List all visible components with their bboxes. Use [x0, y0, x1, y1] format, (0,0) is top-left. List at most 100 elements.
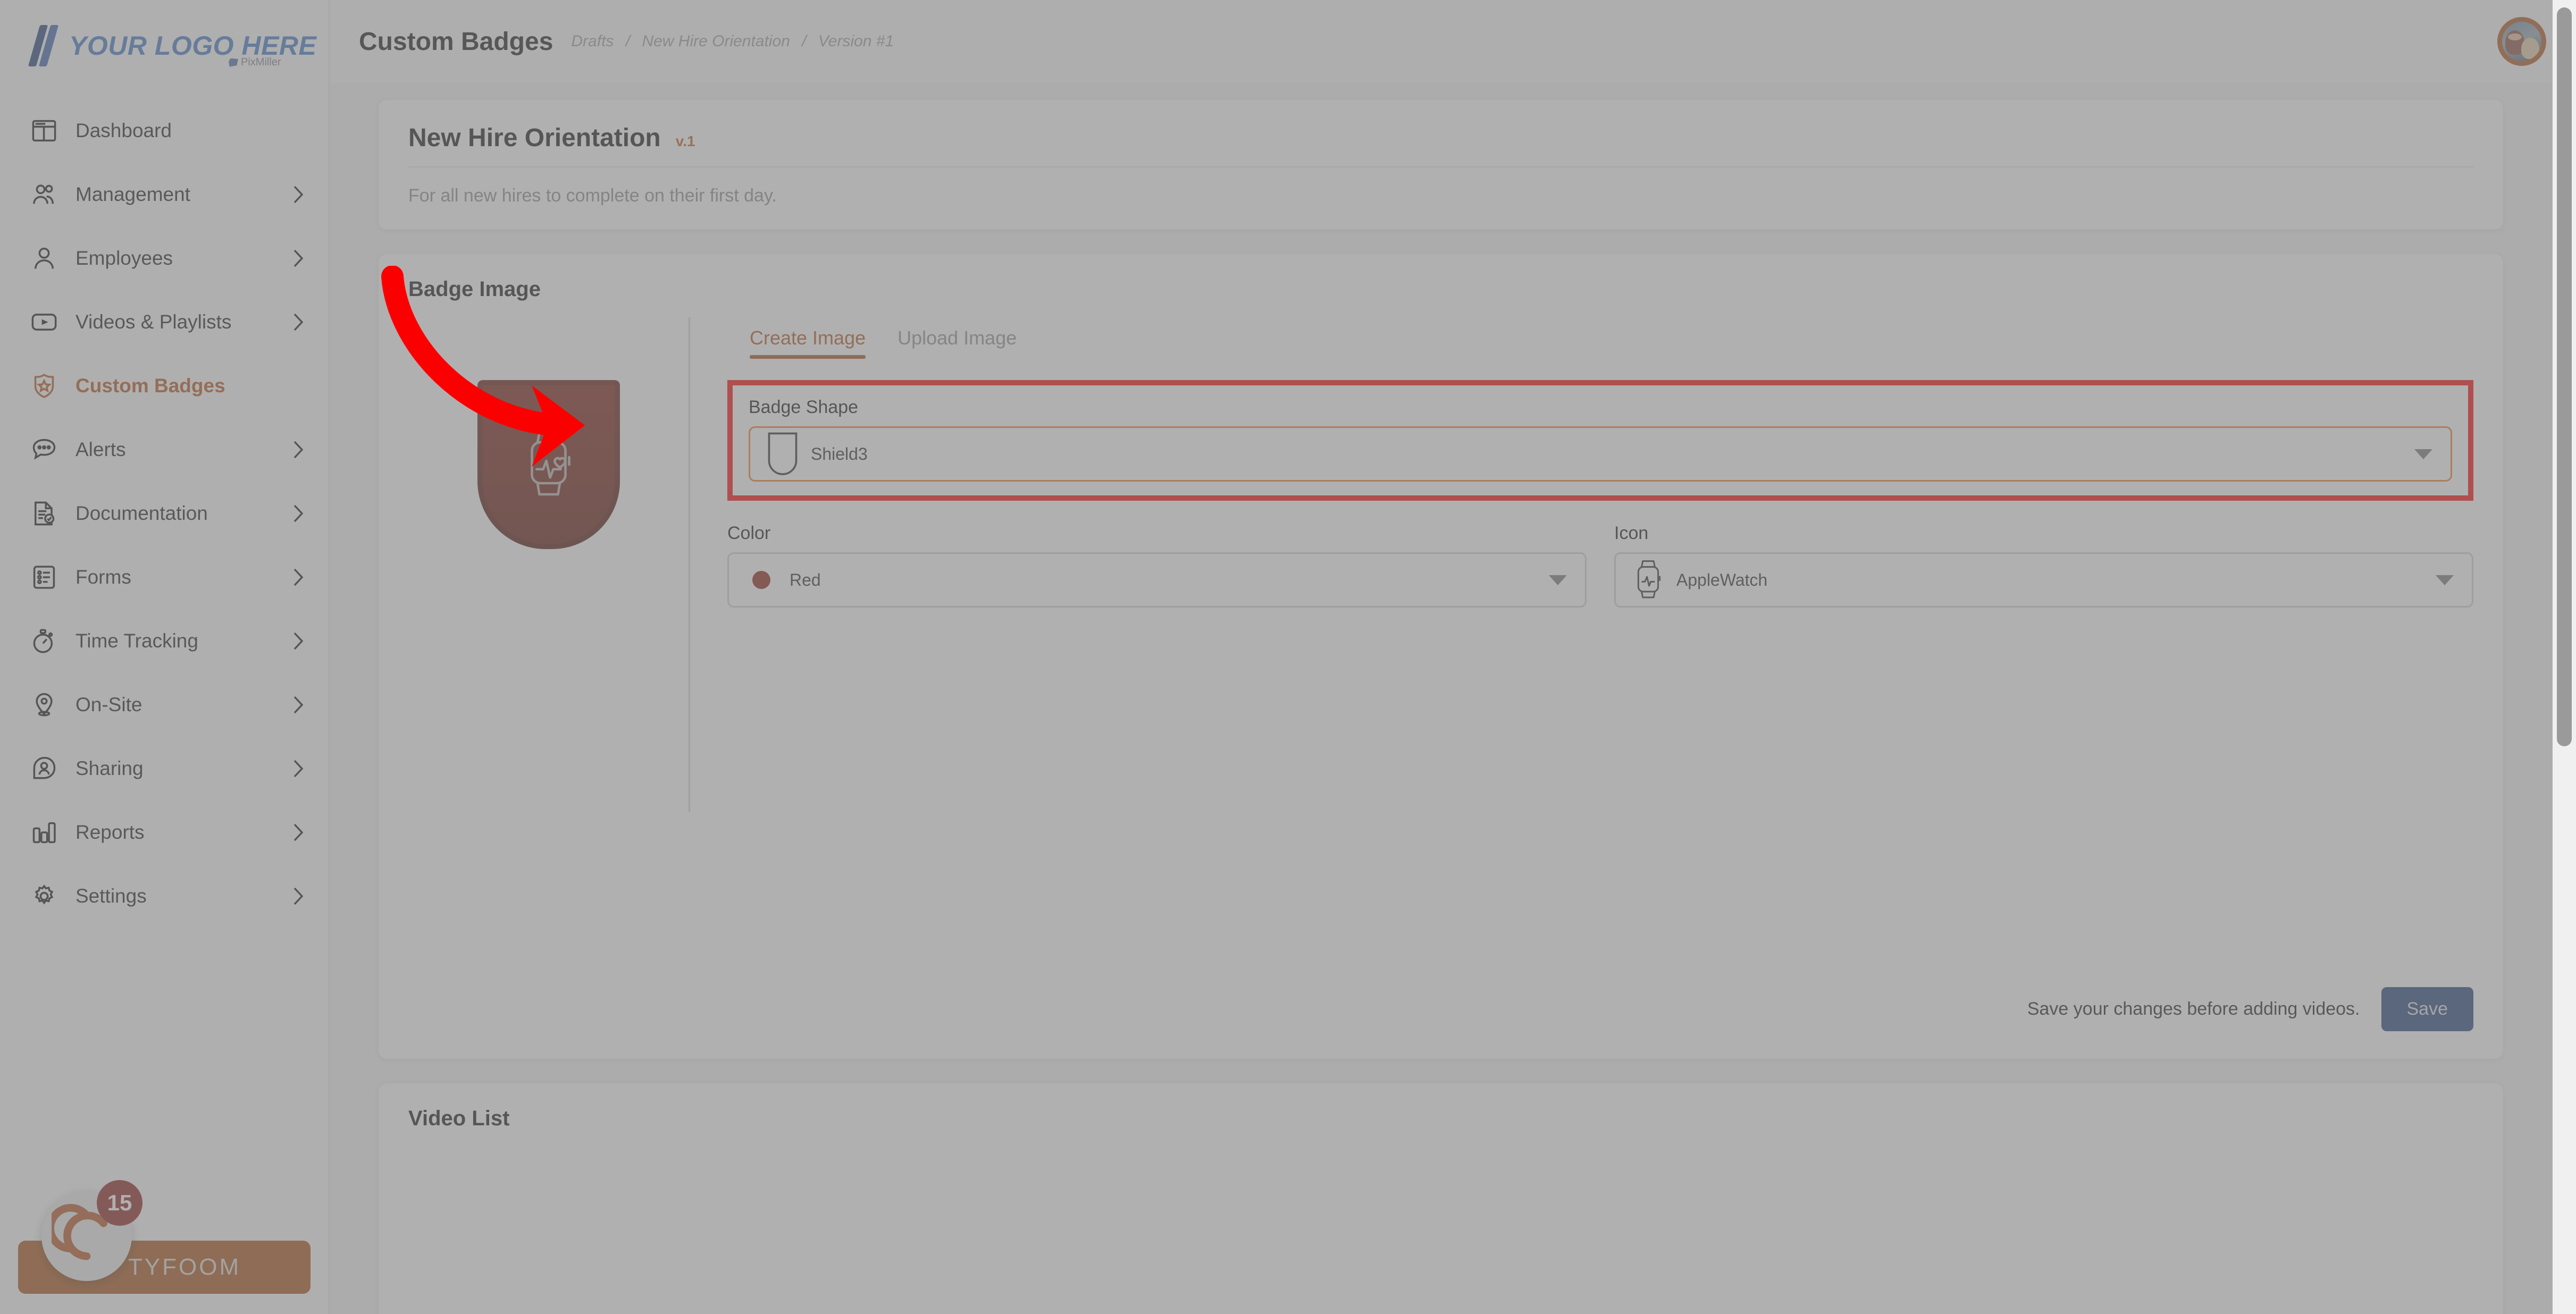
chevron-right-icon: [292, 504, 304, 523]
person-icon: [29, 243, 60, 274]
breadcrumb-separator: /: [626, 32, 630, 50]
apple-watch-icon: [1632, 559, 1665, 602]
sidebar-item-settings[interactable]: Settings: [0, 864, 329, 928]
map-pin-icon: [29, 689, 60, 720]
sidebar-item-label: On-Site: [75, 694, 142, 716]
sidebar-item-label: Forms: [75, 566, 131, 588]
sidebar-item-label: Alerts: [75, 439, 126, 461]
badge-shape-value: Shield3: [811, 444, 868, 464]
sidebar-item-label: Time Tracking: [75, 630, 198, 652]
sidebar: YOUR LOGO HERE PixMiller Dashboard: [0, 0, 330, 1314]
save-button[interactable]: Save: [2381, 987, 2474, 1031]
chevron-right-icon: [292, 887, 304, 906]
scrollbar-thumb[interactable]: [2557, 7, 2572, 746]
sidebar-item-custom-badges[interactable]: Custom Badges: [0, 354, 329, 418]
video-list-section-title: Video List: [408, 1107, 2473, 1131]
icon-value: AppleWatch: [1676, 570, 1767, 590]
apple-watch-heartbeat-icon: [517, 427, 581, 502]
chevron-down-icon[interactable]: [2414, 449, 2432, 459]
orientation-description: For all new hires to complete on their f…: [379, 167, 2503, 230]
breadcrumb-item-version[interactable]: Version #1: [818, 32, 894, 50]
pixmiller-icon: [229, 58, 238, 67]
shield-outline-icon: [766, 431, 799, 477]
breadcrumb-item-drafts[interactable]: Drafts: [571, 32, 614, 50]
share-person-icon: [29, 753, 60, 784]
color-field: Color Red: [727, 523, 1587, 608]
pixmiller-label: PixMiller: [241, 56, 281, 69]
badge-image-tabs: Create Image Upload Image: [727, 327, 2473, 359]
chevron-right-icon: [292, 313, 304, 332]
badge-form-column: Create Image Upload Image Badge Shape Sh…: [690, 317, 2473, 812]
badge-image-body: Create Image Upload Image Badge Shape Sh…: [408, 317, 2473, 812]
sidebar-item-label: Management: [75, 183, 190, 206]
orientation-header: New Hire Orientation v.1: [379, 100, 2503, 166]
badge-image-card: Badge Image Create Image: [379, 254, 2503, 1059]
save-row: Save your changes before adding videos. …: [408, 987, 2473, 1031]
sidebar-item-label: Settings: [75, 885, 147, 907]
video-icon: [29, 307, 60, 338]
sidebar-item-label: Videos & Playlists: [75, 311, 231, 333]
breadcrumb-separator: /: [802, 32, 806, 50]
color-select[interactable]: Red: [727, 552, 1587, 608]
chevron-right-icon: [292, 568, 304, 587]
icon-select[interactable]: AppleWatch: [1614, 552, 2473, 608]
chat-dots-icon: [29, 434, 60, 465]
breadcrumb-item-orientation[interactable]: New Hire Orientation: [642, 32, 790, 50]
sidebar-item-documentation[interactable]: Documentation: [0, 482, 329, 545]
sidebar-item-forms[interactable]: Forms: [0, 545, 329, 609]
app-logo[interactable]: YOUR LOGO HERE PixMiller: [0, 0, 329, 91]
chevron-right-icon: [292, 631, 304, 651]
avatar-face-right: [2521, 38, 2539, 59]
breadcrumb: Drafts / New Hire Orientation / Version …: [571, 32, 894, 50]
people-icon: [29, 179, 60, 210]
sidebar-item-label: Custom Badges: [75, 375, 225, 397]
sidebar-item-label: Dashboard: [75, 120, 172, 142]
tab-upload-image[interactable]: Upload Image: [897, 327, 1017, 359]
badge-preview: [477, 380, 620, 549]
sidebar-item-videos-playlists[interactable]: Videos & Playlists: [0, 290, 329, 354]
sidebar-item-on-site[interactable]: On-Site: [0, 673, 329, 737]
chevron-right-icon: [292, 823, 304, 842]
sidebar-item-sharing[interactable]: Sharing: [0, 737, 329, 801]
badge-shape-label: Badge Shape: [749, 397, 2452, 418]
chevron-right-icon: [292, 759, 304, 778]
badge-shape-select[interactable]: Shield3: [749, 426, 2452, 482]
video-list-card: Video List ADD VIDEOS: [379, 1083, 2503, 1314]
sidebar-item-label: Documentation: [75, 502, 208, 525]
badge-image-section-title: Badge Image: [408, 277, 2473, 301]
chevron-down-icon[interactable]: [1549, 575, 1567, 585]
document-check-icon: [29, 498, 60, 529]
brand-name: TYFOOM: [128, 1254, 241, 1281]
chevron-right-icon: [292, 695, 304, 714]
list-form-icon: [29, 562, 60, 593]
badge-shape-highlight-block: Badge Shape Shield3: [727, 380, 2473, 501]
icon-field: Icon AppleWatc: [1614, 523, 2473, 608]
chevron-right-icon: [292, 249, 304, 268]
color-value: Red: [790, 570, 821, 590]
chevron-right-icon: [292, 440, 304, 459]
badge-preview-column: [408, 317, 690, 812]
page-title: Custom Badges: [359, 27, 553, 56]
logo-mark-icon: [33, 25, 57, 66]
sidebar-item-time-tracking[interactable]: Time Tracking: [0, 609, 329, 673]
user-avatar[interactable]: [2497, 17, 2546, 66]
main-content: New Hire Orientation v.1 For all new hir…: [330, 83, 2552, 1314]
sidebar-item-label: Sharing: [75, 757, 144, 780]
color-swatch-icon: [745, 571, 778, 589]
bar-chart-icon: [29, 817, 60, 848]
dashboard-icon: [29, 115, 60, 146]
pixmiller-watermark: PixMiller: [229, 56, 281, 69]
sidebar-item-dashboard[interactable]: Dashboard: [0, 99, 329, 163]
sidebar-item-reports[interactable]: Reports: [0, 801, 329, 864]
color-label: Color: [727, 523, 1587, 544]
sidebar-item-label: Reports: [75, 821, 145, 844]
tab-create-image[interactable]: Create Image: [750, 327, 866, 359]
sidebar-item-employees[interactable]: Employees: [0, 226, 329, 290]
sidebar-item-alerts[interactable]: Alerts: [0, 418, 329, 482]
chevron-down-icon[interactable]: [2436, 575, 2454, 585]
sidebar-item-management[interactable]: Management: [0, 163, 329, 226]
sidebar-nav: Dashboard Management Employees: [0, 91, 329, 928]
top-header: Custom Badges Drafts / New Hire Orientat…: [330, 0, 2576, 83]
chevron-right-icon: [292, 185, 304, 204]
orientation-card: New Hire Orientation v.1 For all new hir…: [379, 100, 2503, 230]
